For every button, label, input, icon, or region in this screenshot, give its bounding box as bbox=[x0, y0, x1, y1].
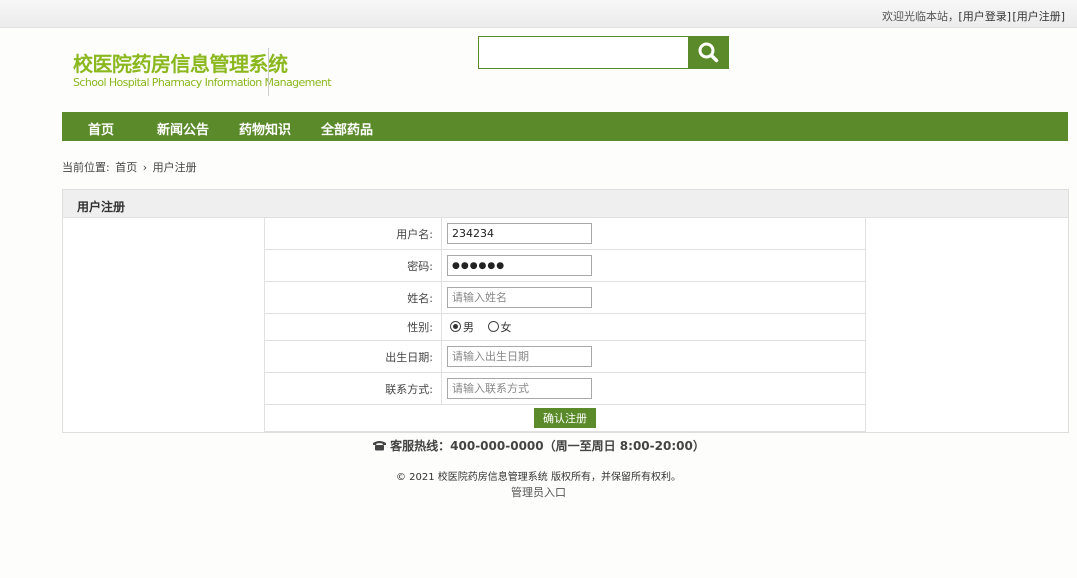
form-row-submit: 确认注册 bbox=[264, 404, 866, 432]
register-form: 用户名: 密码: 姓名: 性别: 男 女 出生日期: 联系方式: bbox=[264, 217, 866, 432]
contact-input[interactable] bbox=[447, 378, 592, 399]
nav-item-home[interactable]: 首页 bbox=[88, 119, 114, 138]
breadcrumb-home[interactable]: 首页 bbox=[115, 161, 137, 174]
search-button[interactable] bbox=[689, 36, 729, 69]
form-row-password: 密码: bbox=[264, 249, 866, 282]
gender-female-radio[interactable]: 女 bbox=[487, 321, 512, 334]
radio-selected-icon bbox=[450, 321, 461, 332]
breadcrumb: 当前位置: 首页 › 用户注册 bbox=[62, 159, 199, 175]
register-link[interactable]: [用户注册] bbox=[1012, 8, 1065, 24]
username-label: 用户名: bbox=[264, 217, 442, 250]
password-input[interactable] bbox=[447, 255, 592, 276]
search-input[interactable] bbox=[478, 36, 689, 69]
contact-label: 联系方式: bbox=[264, 372, 442, 405]
panel-title: 用户注册 bbox=[77, 200, 126, 214]
register-panel: 用户注册 用户名: 密码: 姓名: 性别: 男 女 出生日期: 联系方式: bbox=[62, 189, 1069, 433]
admin-entry-link[interactable]: 管理员入口 bbox=[0, 484, 1077, 500]
radio-unselected-icon bbox=[487, 321, 499, 332]
logo-divider bbox=[268, 48, 269, 96]
breadcrumb-prefix: 当前位置: bbox=[62, 161, 110, 174]
top-bar: 欢迎光临本站， [用户登录] [用户注册] bbox=[0, 0, 1077, 28]
form-row-birth: 出生日期: bbox=[264, 340, 866, 373]
nav-item-drug-knowledge[interactable]: 药物知识 bbox=[239, 119, 291, 138]
breadcrumb-separator: › bbox=[142, 161, 148, 174]
form-row-name: 姓名: bbox=[264, 281, 866, 314]
gender-male-radio[interactable]: 男 bbox=[450, 321, 474, 334]
birth-date-input[interactable] bbox=[447, 346, 592, 367]
hotline: 客服热线：400-000-0000（周一至周日 8:00-20:00） bbox=[0, 437, 1077, 454]
search-icon bbox=[698, 42, 719, 63]
password-label: 密码: bbox=[264, 249, 442, 282]
login-link[interactable]: [用户登录] bbox=[958, 8, 1011, 24]
submit-register-button[interactable]: 确认注册 bbox=[534, 408, 596, 428]
gender-male-label: 男 bbox=[463, 321, 474, 334]
form-row-contact: 联系方式: bbox=[264, 372, 866, 405]
username-input[interactable] bbox=[447, 223, 592, 244]
breadcrumb-current: 用户注册 bbox=[152, 161, 197, 174]
name-label: 姓名: bbox=[264, 281, 442, 314]
gender-female-label: 女 bbox=[500, 321, 512, 334]
copyright: © 2021 校医院药房信息管理系统 版权所有，并保留所有权利。 bbox=[396, 472, 681, 483]
gender-label: 性别: bbox=[264, 313, 442, 341]
nav-item-news[interactable]: 新闻公告 bbox=[157, 119, 209, 138]
panel-header: 用户注册 bbox=[63, 190, 1068, 218]
site-logo-title[interactable]: 校医院药房信息管理系统 bbox=[73, 48, 288, 77]
phone-icon bbox=[373, 441, 387, 451]
hotline-text: 客服热线：400-000-0000（周一至周日 8:00-20:00） bbox=[390, 439, 705, 453]
site-logo-subtitle: School Hospital Pharmacy Information Man… bbox=[73, 76, 332, 89]
main-nav: 首页 新闻公告 药物知识 全部药品 bbox=[62, 112, 1068, 141]
welcome-text: 欢迎光临本站， bbox=[882, 10, 959, 23]
nav-item-all-drugs[interactable]: 全部药品 bbox=[321, 119, 373, 138]
birth-label: 出生日期: bbox=[264, 340, 442, 373]
form-row-username: 用户名: bbox=[264, 217, 866, 250]
name-input[interactable] bbox=[447, 287, 592, 308]
form-row-gender: 性别: 男 女 bbox=[264, 313, 866, 341]
